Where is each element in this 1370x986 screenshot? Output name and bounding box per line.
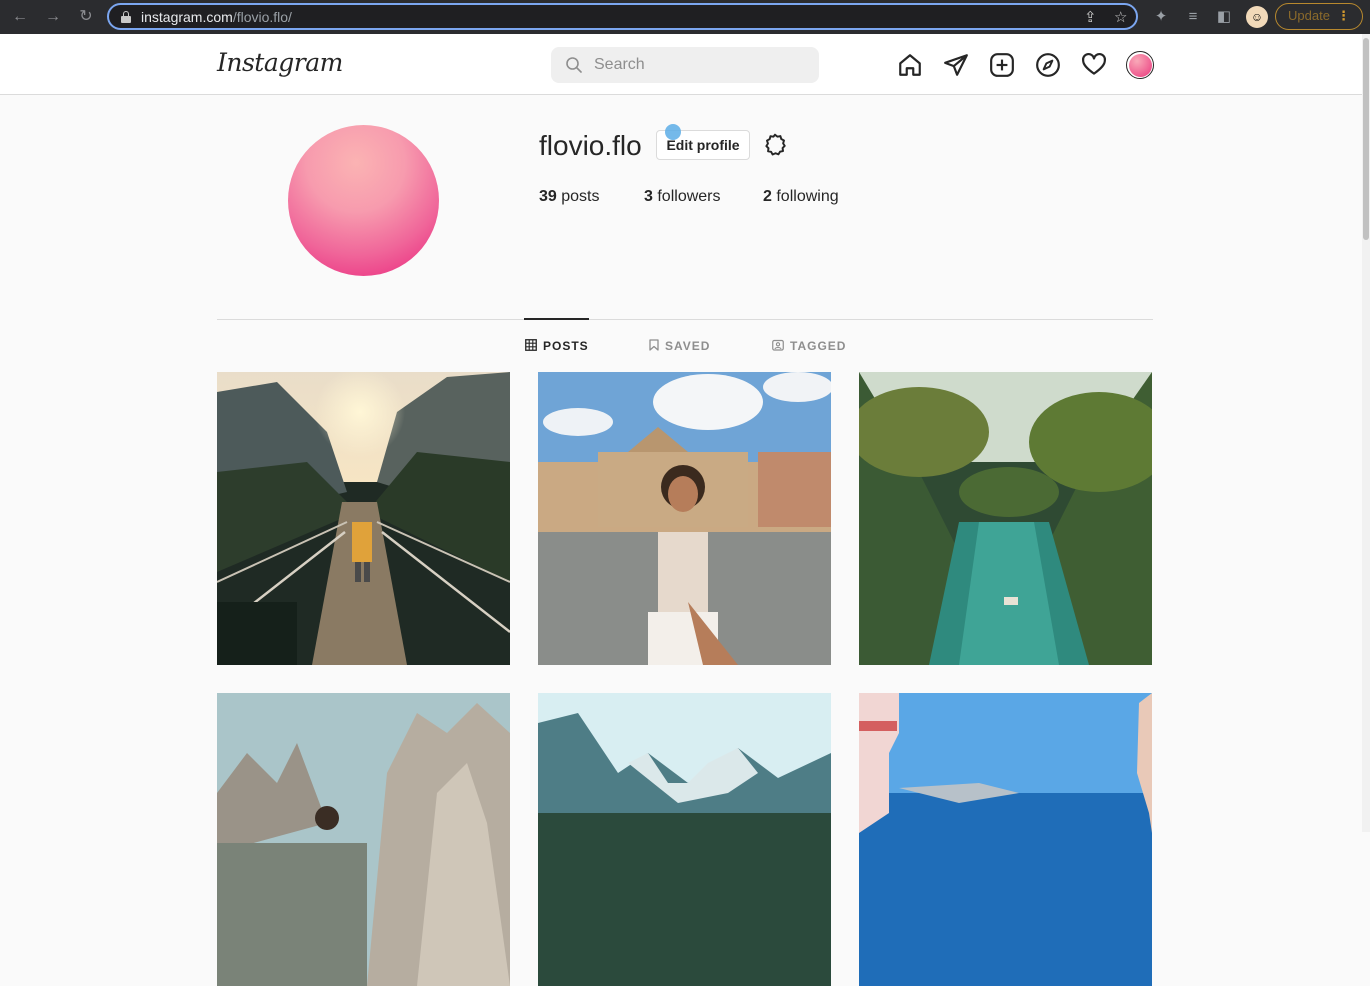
url-text: instagram.com/flovio.flo/: [141, 9, 292, 25]
bookmark-icon: [649, 339, 659, 351]
search-box[interactable]: [551, 47, 819, 83]
share-icon[interactable]: ⇪: [1084, 10, 1097, 26]
lock-icon: [121, 11, 131, 23]
section-divider: [217, 319, 1153, 320]
page-scrollbar[interactable]: [1362, 34, 1370, 832]
bookmark-star-icon[interactable]: ☆: [1114, 10, 1127, 26]
search-input[interactable]: [594, 54, 794, 76]
post-thumbnail-tropical-river[interactable]: [859, 372, 1152, 665]
extensions-puzzle-icon[interactable]: ✦: [1151, 7, 1171, 27]
post-thumbnail-mountain-lake[interactable]: [538, 693, 831, 986]
heart-icon[interactable]: [1081, 52, 1107, 78]
back-arrow-icon[interactable]: ←: [10, 7, 30, 27]
more-menu-icon: ⋮: [1337, 8, 1350, 23]
posts-stat: 39 posts: [539, 188, 600, 205]
new-post-icon[interactable]: [989, 52, 1015, 78]
tab-posts[interactable]: POSTS: [525, 339, 589, 353]
mouse-cursor-indicator: [665, 124, 681, 140]
followers-stat[interactable]: 3 followers: [644, 188, 721, 206]
search-icon: [566, 57, 582, 73]
active-tab-indicator: [524, 318, 589, 320]
grid-icon: [525, 339, 537, 351]
address-bar[interactable]: instagram.com/flovio.flo/ ⇪ ☆: [107, 3, 1138, 30]
tab-tagged[interactable]: TAGGED: [772, 339, 846, 353]
browser-update-button[interactable]: Update ⋮: [1275, 3, 1363, 30]
profile-avatar-small[interactable]: [1126, 51, 1154, 79]
following-stat[interactable]: 2 following: [763, 188, 839, 206]
post-thumbnail-dolomites[interactable]: [217, 693, 510, 986]
browser-profile-avatar[interactable]: ☺: [1246, 6, 1268, 28]
profile-avatar[interactable]: [288, 125, 439, 276]
reload-icon[interactable]: ↻: [76, 7, 96, 27]
post-thumbnail-santorini[interactable]: [859, 693, 1152, 986]
forward-arrow-icon[interactable]: →: [43, 7, 63, 27]
home-icon[interactable]: [897, 52, 923, 78]
browser-toolbar: ← → ↻ instagram.com/flovio.flo/ ⇪ ☆ ✦ ≡ …: [0, 0, 1370, 34]
profile-username: flovio.flo: [539, 130, 642, 161]
tagged-person-icon: [772, 339, 784, 351]
tab-saved[interactable]: SAVED: [649, 339, 710, 353]
post-thumbnail-bridge[interactable]: [217, 372, 510, 665]
settings-gear-icon[interactable]: [762, 132, 788, 158]
side-panel-icon[interactable]: ◧: [1214, 7, 1234, 27]
reading-list-icon[interactable]: ≡: [1183, 7, 1203, 27]
explore-compass-icon[interactable]: [1035, 52, 1061, 78]
instagram-header: Instagram: [0, 34, 1362, 95]
instagram-logo[interactable]: Instagram: [217, 48, 343, 77]
post-thumbnail-st-peters[interactable]: [538, 372, 831, 665]
direct-message-icon[interactable]: [943, 52, 969, 78]
